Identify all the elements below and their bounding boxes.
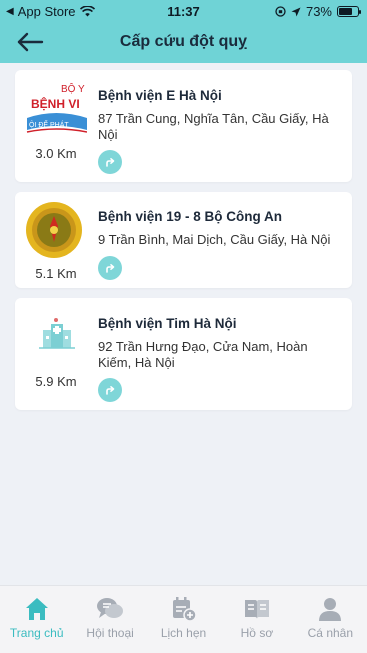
page-title: Cấp cứu đột quỵ	[119, 33, 248, 50]
police-badge-image	[26, 202, 82, 258]
svg-text:BỆNH VI: BỆNH VI	[31, 96, 80, 111]
tab-appointments[interactable]: Lịch hẹn	[147, 586, 220, 653]
battery-percent: 73%	[305, 4, 332, 19]
status-bar: ◀ App Store 11:37 73%	[0, 0, 367, 22]
hospital-e-logo: BỘ Y BỆNH VI ỘI ĐỂ PHÁT	[25, 78, 87, 140]
book-icon	[244, 600, 269, 619]
directions-arrow-icon	[106, 386, 115, 395]
tab-label: Hồ sơ	[240, 626, 274, 640]
battery-icon	[337, 6, 361, 17]
tab-profile[interactable]: Cá nhân	[294, 586, 367, 653]
tab-label: Cá nhân	[307, 626, 354, 640]
hospital-list: BỘ Y BỆNH VI ỘI ĐỂ PHÁT 3.0 Km Bệnh viện…	[15, 70, 352, 420]
hospital-address: 87 Trần Cung, Nghĩa Tân, Cầu Giấy, Hà Nộ…	[98, 111, 329, 142]
svg-text:ỘI ĐỂ PHÁT: ỘI ĐỂ PHÁT	[29, 120, 69, 129]
status-right: 73%	[275, 4, 361, 19]
tab-label: Lịch hẹn	[160, 626, 207, 640]
hospital-e-logo-image: BỘ Y BỆNH VI ỘI ĐỂ PHÁT	[26, 82, 87, 133]
tab-home[interactable]: Trang chủ	[0, 586, 73, 653]
calendar-add-icon	[172, 597, 197, 622]
svg-text:BỘ Y: BỘ Y	[61, 82, 85, 95]
hospital-card[interactable]: 5.1 Km Bệnh viện 19 - 8 Bộ Công An 9 Trầ…	[15, 192, 352, 288]
hospital-name: Bệnh viện Tim Hà Nội	[98, 316, 237, 331]
hospital-distance: 5.1 Km	[35, 266, 77, 281]
hospital-card[interactable]: BỘ Y BỆNH VI ỘI ĐỂ PHÁT 3.0 Km Bệnh viện…	[15, 70, 352, 182]
bottom-tab-bar: Trang chủ Hội thoại Lịch hẹn Hồ sơ Cá nh…	[0, 585, 367, 653]
tab-label: Hội thoại	[86, 626, 134, 640]
hospital-address: 92 Trần Hưng Đạo, Cửa Nam, Hoàn Kiếm, Hà…	[98, 339, 308, 370]
directions-arrow-icon	[106, 264, 115, 273]
hospital-address: 9 Trần Bình, Mai Dịch, Cầu Giấy, Hà Nội	[98, 232, 331, 247]
directions-button[interactable]	[98, 150, 122, 174]
person-icon	[319, 598, 342, 621]
tab-chat[interactable]: Hội thoại	[73, 586, 146, 653]
hospital-name: Bệnh viện E Hà Nội	[98, 88, 222, 103]
hospital-distance: 5.9 Km	[35, 374, 77, 389]
nav-bar: Cấp cứu đột quỵ	[0, 22, 367, 63]
directions-button[interactable]	[98, 256, 122, 280]
hospital-name: Bệnh viện 19 - 8 Bộ Công An	[98, 209, 283, 224]
hospital-19-8-logo	[25, 202, 87, 264]
tab-label: Trang chủ	[9, 626, 64, 640]
home-icon	[25, 598, 48, 620]
tab-records[interactable]: Hồ sơ	[220, 586, 293, 653]
hospital-card[interactable]: 5.9 Km Bệnh viện Tim Hà Nội 92 Trần Hưng…	[15, 298, 352, 410]
location-arrow-icon	[291, 7, 301, 16]
hospital-placeholder-logo	[25, 306, 87, 368]
hospital-building-icon	[39, 318, 75, 349]
directions-arrow-icon	[106, 158, 115, 167]
chat-icon	[97, 598, 124, 618]
screen-lock-icon	[275, 6, 286, 17]
directions-button[interactable]	[98, 378, 122, 402]
hospital-distance: 3.0 Km	[35, 146, 77, 161]
